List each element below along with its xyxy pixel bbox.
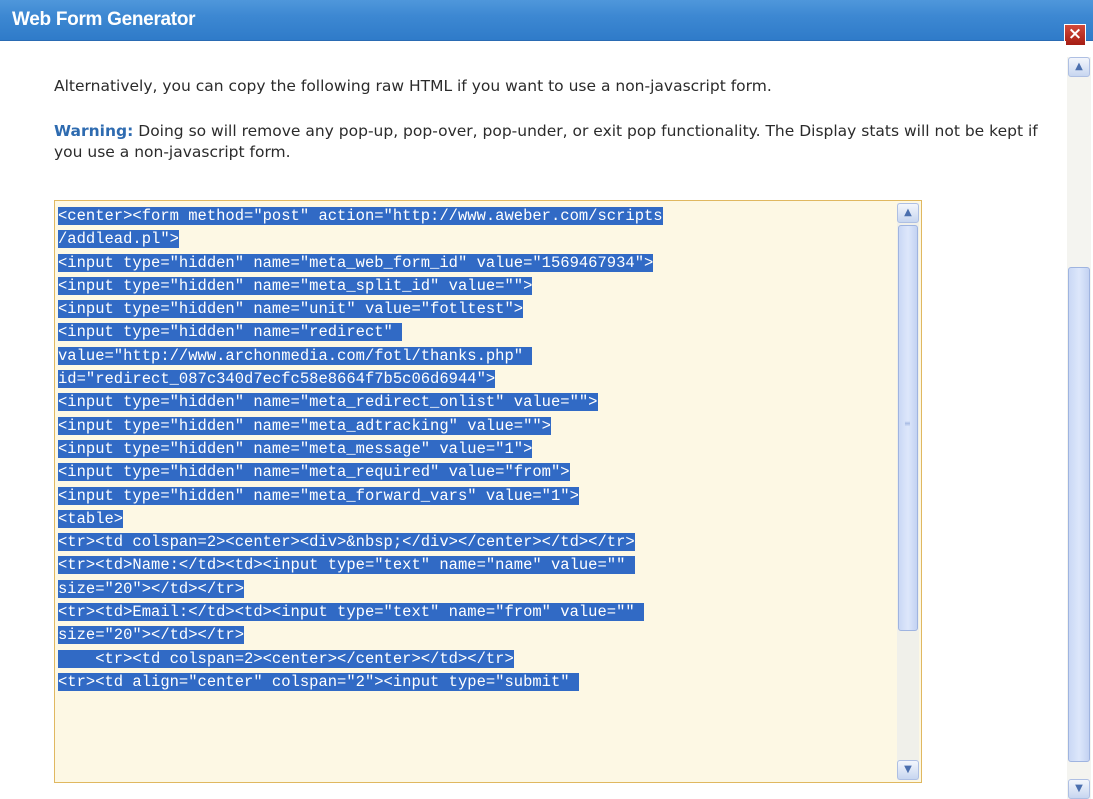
warning-label: Warning: <box>54 122 134 140</box>
code-line-text: <tr><td>Email:</td><td><input type="text… <box>58 603 644 622</box>
code-line-text: <tr><td align="center" colspan="2"><inpu… <box>58 672 579 691</box>
intro-text: Alternatively, you can copy the followin… <box>54 77 772 95</box>
code-line: <tr><td align="center" colspan="2"><inpu… <box>58 671 896 694</box>
code-line: <input type="hidden" name="meta_message"… <box>58 438 896 461</box>
chevron-up-icon: ▲ <box>1075 61 1083 72</box>
dialog-scrollbar[interactable]: ▲ ▼ <box>1067 57 1091 799</box>
code-line: <input type="hidden" name="unit" value="… <box>58 298 896 321</box>
code-line-text: size="20"></td></tr> <box>58 626 245 645</box>
code-line-text: <tr><td>Name:</td><td><input type="text"… <box>58 556 635 575</box>
code-scroll-down-button[interactable]: ▼ <box>897 760 919 780</box>
code-line: <input type="hidden" name="meta_redirect… <box>58 391 896 414</box>
code-line: <input type="hidden" name="meta_required… <box>58 461 896 484</box>
code-line: <input type="hidden" name="meta_web_form… <box>58 252 896 275</box>
code-scroll-up-button[interactable]: ▲ <box>897 203 919 223</box>
code-scrollbar[interactable]: ▲ ≡ ▼ <box>897 203 919 780</box>
grip-icon: ≡ <box>904 419 911 428</box>
code-line-text: <center><form method="post" action="http… <box>58 207 663 225</box>
code-line-text: <input type="hidden" name="meta_adtracki… <box>58 416 551 435</box>
code-line-text: <input type="hidden" name="meta_split_id… <box>58 276 533 295</box>
code-line: <input type="hidden" name="meta_split_id… <box>58 275 896 298</box>
warning-body: Doing so will remove any pop-up, pop-ove… <box>54 122 1038 161</box>
code-line-text: /addlead.pl"> <box>58 230 179 249</box>
code-line: id="redirect_087c340d7ecfc58e8664f7b5c06… <box>58 368 896 391</box>
dialog-title: Web Form Generator <box>12 9 196 30</box>
code-line: <input type="hidden" name="meta_forward_… <box>58 485 896 508</box>
code-line-text: <input type="hidden" name="meta_web_form… <box>58 253 654 272</box>
dialog-titlebar: Web Form Generator × <box>0 0 1093 46</box>
code-line-text: id="redirect_087c340d7ecfc58e8664f7b5c06… <box>58 370 496 389</box>
close-icon: × <box>1067 24 1083 44</box>
web-form-generator-dialog: Web Form Generator × Alternatively, you … <box>0 0 1093 799</box>
code-line: <input type="hidden" name="meta_adtracki… <box>58 415 896 438</box>
code-line: <table> <box>58 508 896 531</box>
code-line-text: value="http://www.archonmedia.com/fotl/t… <box>58 346 533 365</box>
code-line-text: size="20"></td></tr> <box>58 579 245 598</box>
code-scrollbar-thumb[interactable]: ≡ <box>898 225 918 631</box>
code-line-text: <table> <box>58 509 124 528</box>
code-line: <center><form method="post" action="http… <box>58 205 896 228</box>
code-line-text: <input type="hidden" name="meta_required… <box>58 463 570 482</box>
code-line-text: <input type="hidden" name="meta_redirect… <box>58 393 598 412</box>
code-line: /addlead.pl"> <box>58 228 896 251</box>
dialog-content: Alternatively, you can copy the followin… <box>10 41 1066 799</box>
code-line: <tr><td colspan=2><center><div>&nbsp;</d… <box>58 531 896 554</box>
code-line: <tr><td>Email:</td><td><input type="text… <box>58 601 896 624</box>
code-line-text: <tr><td colspan=2><center></center></td>… <box>58 649 514 668</box>
close-button[interactable]: × <box>1064 24 1086 46</box>
warning-text: Warning: Doing so will remove any pop-up… <box>54 121 1064 163</box>
raw-html-textarea[interactable]: <center><form method="post" action="http… <box>54 200 922 783</box>
code-line-text: <input type="hidden" name="redirect" <box>58 323 403 342</box>
code-line-text: <input type="hidden" name="unit" value="… <box>58 300 524 319</box>
code-line: size="20"></td></tr> <box>58 578 896 601</box>
code-line-text: <input type="hidden" name="meta_message"… <box>58 439 533 458</box>
chevron-down-icon: ▼ <box>904 764 912 775</box>
dialog-scrollbar-thumb[interactable] <box>1068 267 1090 762</box>
chevron-down-icon: ▼ <box>1075 783 1083 794</box>
code-line: size="20"></td></tr> <box>58 624 896 647</box>
raw-html-code: <center><form method="post" action="http… <box>58 205 896 694</box>
code-line: value="http://www.archonmedia.com/fotl/t… <box>58 345 896 368</box>
chevron-up-icon: ▲ <box>904 207 912 218</box>
code-line: <tr><td>Name:</td><td><input type="text"… <box>58 554 896 577</box>
dialog-scroll-up-button[interactable]: ▲ <box>1068 57 1090 77</box>
code-line-text: <input type="hidden" name="meta_forward_… <box>58 486 579 505</box>
code-line: <tr><td colspan=2><center></center></td>… <box>58 648 896 671</box>
dialog-scroll-down-button[interactable]: ▼ <box>1068 779 1090 799</box>
code-line-text: <tr><td colspan=2><center><div>&nbsp;</d… <box>58 533 635 552</box>
code-line: <input type="hidden" name="redirect" <box>58 321 896 344</box>
